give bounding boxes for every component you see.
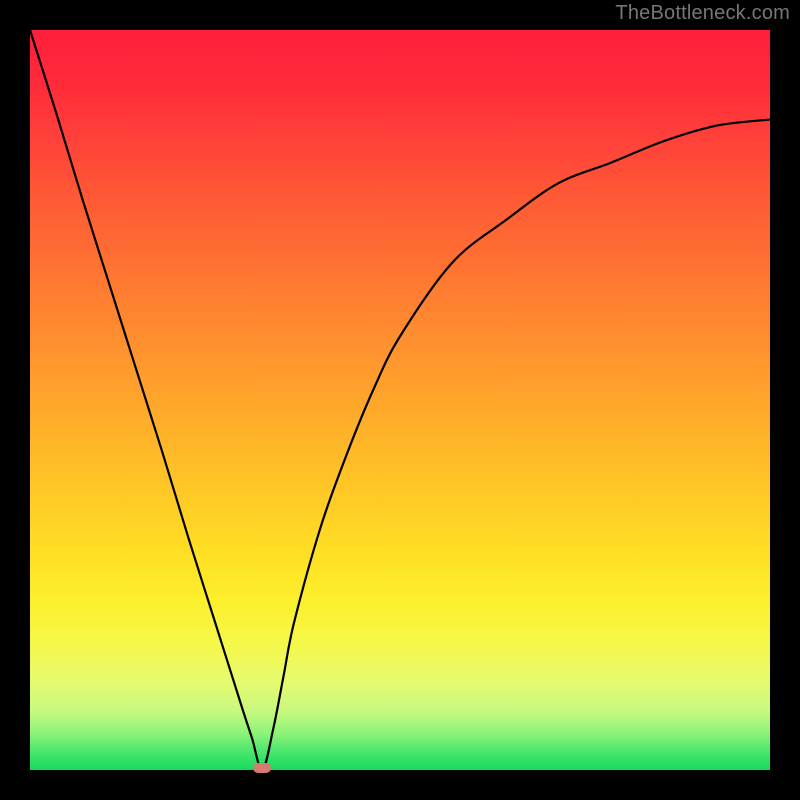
plot-area xyxy=(30,30,770,770)
curve-path xyxy=(30,30,770,770)
bottleneck-curve xyxy=(30,30,770,770)
chart-stage: TheBottleneck.com xyxy=(0,0,800,800)
min-marker xyxy=(253,763,271,773)
watermark-text: TheBottleneck.com xyxy=(615,2,790,25)
